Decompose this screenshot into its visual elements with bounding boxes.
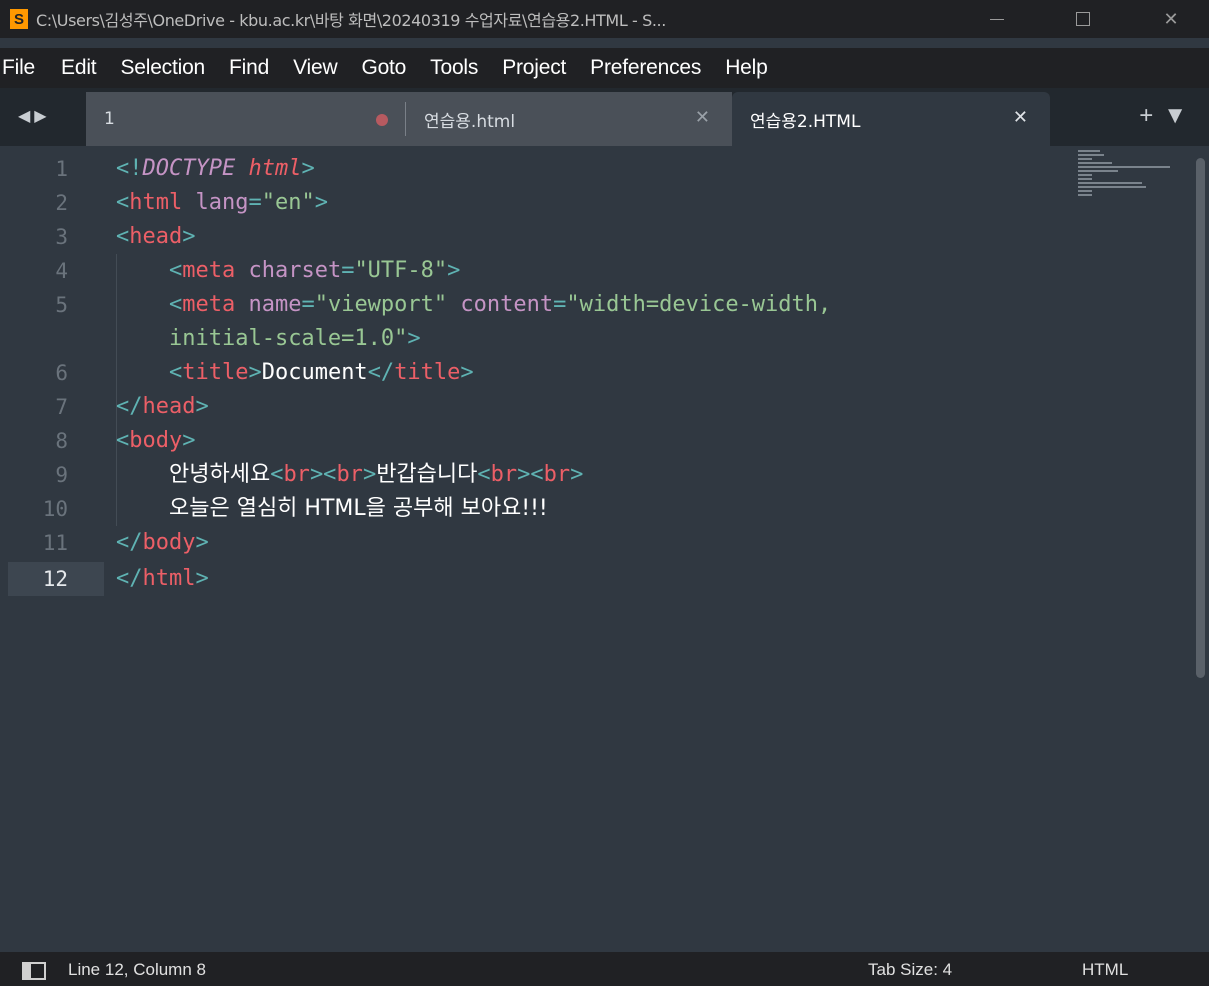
cursor-position: Line 12, Column 8 <box>68 960 206 979</box>
line-number: 7 <box>55 395 68 419</box>
tab-practice-html[interactable]: 연습용.html ✕ <box>406 92 732 146</box>
code-line-6: <title>Document</title> <box>168 360 474 385</box>
menu-project[interactable]: Project <box>490 56 578 80</box>
unsaved-dot-icon[interactable] <box>376 114 388 126</box>
tab-label: 연습용2.HTML <box>750 111 861 132</box>
minimize-icon <box>990 18 1004 20</box>
menu-file[interactable]: File <box>0 56 49 80</box>
window-title: C:\Users\김성주\OneDrive - kbu.ac.kr\바탕 화면\… <box>36 11 666 30</box>
code-line-5: <meta name="viewport" content="width=dev… <box>168 292 832 317</box>
menu-help[interactable]: Help <box>713 56 779 80</box>
line-number: 2 <box>55 191 68 215</box>
minimize-button[interactable] <box>968 0 1026 38</box>
line-number: 8 <box>55 429 68 453</box>
line-number: 9 <box>55 463 68 487</box>
tab-nav-arrows-icon[interactable]: ◀▶ <box>18 106 51 126</box>
tab-untitled-1[interactable]: 1 <box>86 92 406 146</box>
code-line-7: </head> <box>116 394 209 419</box>
code-editor[interactable]: 1 2 3 4 5 6 7 8 9 10 11 12 <!DOCTYPE htm… <box>0 146 1209 952</box>
new-tab-and-menu-icon[interactable]: +▼ <box>1139 102 1197 130</box>
line-number-gutter: 1 2 3 4 5 6 7 8 9 10 11 12 <box>0 146 104 952</box>
line-number-active: 12 <box>42 567 68 591</box>
tab-practice2-html[interactable]: 연습용2.HTML ✕ <box>732 92 1050 146</box>
code-line-5-wrap: initial-scale=1.0"> <box>168 326 421 351</box>
panel-toggle-icon[interactable] <box>22 962 46 980</box>
code-content[interactable]: <!DOCTYPE html> <html lang="en"> <head> … <box>116 146 831 656</box>
code-line-9: 안녕하세요<br><br>반갑습니다<br><br> <box>168 462 584 487</box>
code-line-2: <html lang="en"> <box>116 190 328 215</box>
menu-goto[interactable]: Goto <box>349 56 418 80</box>
tab-label: 1 <box>104 109 115 129</box>
menu-preferences[interactable]: Preferences <box>578 56 713 80</box>
status-bar: Line 12, Column 8 Tab Size: 4 HTML <box>0 952 1209 986</box>
minimap[interactable] <box>1078 150 1178 210</box>
tab-close-icon[interactable]: ✕ <box>695 107 710 128</box>
code-line-12: </html> <box>116 566 209 591</box>
line-number: 10 <box>42 497 68 521</box>
tab-bar: ◀▶ 1 연습용.html ✕ 연습용2.HTML ✕ +▼ <box>0 88 1209 146</box>
maximize-icon <box>1076 12 1090 26</box>
line-number: 6 <box>55 361 68 385</box>
menu-selection[interactable]: Selection <box>108 56 217 80</box>
menu-tools[interactable]: Tools <box>418 56 490 80</box>
menu-bar: File Edit Selection Find View Goto Tools… <box>0 48 1209 88</box>
syntax-selector[interactable]: HTML <box>1082 960 1128 980</box>
code-line-10: 오늘은 열심히 HTML을 공부해 보아요!!! <box>168 496 548 521</box>
tab-close-icon[interactable]: ✕ <box>1013 107 1028 128</box>
line-number: 4 <box>55 259 68 283</box>
vertical-scrollbar[interactable] <box>1196 158 1205 678</box>
code-line-3: <head> <box>116 224 196 249</box>
code-line-11: </body> <box>116 530 209 555</box>
window-titlebar: S C:\Users\김성주\OneDrive - kbu.ac.kr\바탕 화… <box>0 0 1209 38</box>
tab-size-selector[interactable]: Tab Size: 4 <box>868 960 952 980</box>
code-line-8: <body> <box>116 428 196 453</box>
line-number: 11 <box>42 531 68 555</box>
maximize-button[interactable] <box>1054 0 1112 38</box>
tab-label: 연습용.html <box>424 111 516 132</box>
menu-edit[interactable]: Edit <box>49 56 108 80</box>
close-window-button[interactable]: ✕ <box>1142 0 1200 38</box>
line-number: 3 <box>55 225 68 249</box>
close-icon: ✕ <box>1163 8 1179 29</box>
line-number: 1 <box>55 157 68 181</box>
code-line-1: <!DOCTYPE html> <box>116 156 315 181</box>
line-number: 5 <box>55 293 68 317</box>
menu-view[interactable]: View <box>281 56 349 80</box>
sublime-logo-icon: S <box>10 9 28 29</box>
menu-find[interactable]: Find <box>217 56 281 80</box>
code-line-4: <meta charset="UTF-8"> <box>168 258 461 283</box>
